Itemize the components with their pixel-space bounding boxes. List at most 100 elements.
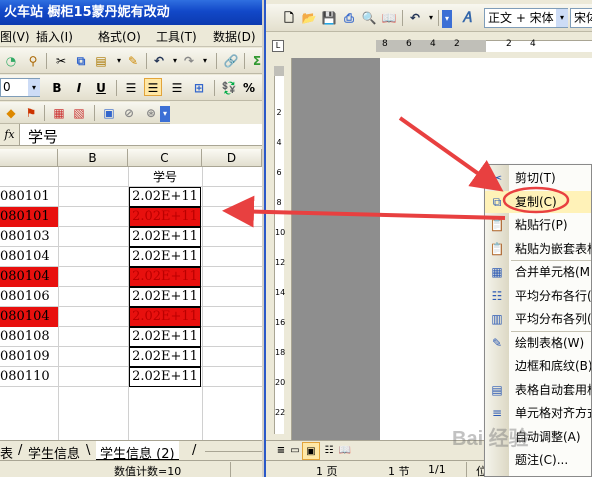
copy-icon[interactable]: ⧉ (72, 52, 90, 70)
send-review-icon[interactable]: ⊘ (120, 104, 138, 122)
save-icon[interactable]: 💾 (320, 9, 338, 27)
align-center-icon[interactable]: ☰ (144, 78, 162, 96)
fx-icon[interactable]: fx (0, 124, 20, 145)
cell-c[interactable]: 2.02E+11 (129, 347, 201, 367)
menu-item-10[interactable]: ≡ 单元格对齐方式 (485, 402, 592, 424)
menu-data[interactable]: 数据(D) (213, 28, 256, 45)
menu-item-3[interactable]: 📋 粘贴为嵌套表格 (485, 238, 592, 260)
sum-icon[interactable]: Σ (248, 52, 262, 70)
menu-item-4[interactable]: ▦ 合并单元格(M) (485, 261, 591, 283)
column-header-c[interactable]: C (128, 149, 202, 167)
align-left-icon[interactable]: ☰ (122, 79, 140, 97)
underline-icon[interactable]: U (92, 79, 110, 97)
menu-format[interactable]: 格式(O) (98, 28, 141, 45)
paste-icon: 📋 (489, 218, 505, 232)
menu-insert[interactable]: 插入(I) (36, 28, 73, 45)
merge-cells-icon: ▦ (491, 265, 503, 279)
menu-item-8[interactable]: 边框和底纹(B)... (485, 355, 591, 377)
open-icon[interactable]: 📂 (300, 9, 318, 27)
format-painter-icon[interactable]: ✎ (124, 52, 142, 70)
menu-item-12[interactable]: 题注(C)... (485, 449, 591, 471)
style-dropdown-icon[interactable]: ▾ (556, 9, 568, 27)
cell-a[interactable]: 080104 (0, 267, 58, 287)
menu-tools[interactable]: 工具(T) (156, 28, 197, 45)
accept-icon[interactable]: ⊛ (142, 104, 160, 122)
formula-value[interactable]: 学号 (28, 126, 58, 147)
sheet-tab-sep: / (18, 443, 23, 458)
styles-icon[interactable]: 𝐴 (458, 9, 476, 27)
cell-a[interactable]: 080104 (0, 247, 58, 267)
tab-selector-icon[interactable]: L (272, 40, 284, 52)
new-doc-icon[interactable]: 🗋 (280, 9, 298, 27)
currency-icon[interactable]: 💱 (220, 79, 238, 97)
excel-window: 火车站 橱柜15蒙丹妮有改动 图(V) 插入(I) 格式(O) 工具(T) 数据… (0, 0, 262, 477)
menu-item-label: 粘贴为嵌套表格 (515, 241, 592, 256)
print-preview-icon[interactable]: 🔍 (360, 9, 378, 27)
cell-a[interactable]: 080101 (0, 187, 58, 207)
sheet-tab-student-info-2[interactable]: 学生信息 (2) (96, 441, 179, 462)
permission-icon[interactable]: ◔ (2, 52, 20, 70)
status-count: 数值计数=10 (114, 465, 182, 477)
research-icon[interactable]: ⚲ (24, 52, 42, 70)
cell-a[interactable]: 080110 (0, 367, 58, 387)
cell-c-header[interactable]: 学号 (129, 167, 201, 187)
column-header-d[interactable]: D (202, 149, 262, 167)
column-header-a[interactable] (0, 149, 58, 167)
menu-item-6[interactable]: ▥ 平均分布各列(Y) (485, 308, 591, 330)
status-section: 1 节 (388, 465, 410, 477)
bold-icon[interactable]: B (48, 79, 66, 97)
cell-a[interactable]: 080104 (0, 307, 58, 327)
excel-status-bar: 数值计数=10 (0, 460, 262, 477)
cell-c[interactable]: 2.02E+11 (129, 247, 201, 267)
show-all-comments-icon[interactable]: ▧ (70, 104, 88, 122)
font-size-dropdown-icon[interactable]: ▾ (28, 79, 40, 96)
delete-comment-icon[interactable]: ▣ (100, 104, 118, 122)
new-comment-icon[interactable]: ◆ (2, 104, 20, 122)
cell-a[interactable] (0, 167, 58, 187)
show-comment-icon[interactable]: ▦ (50, 104, 68, 122)
toolbar-options-icon[interactable]: ▾ (160, 106, 170, 122)
menu-item-5[interactable]: ☷ 平均分布各行(N) (485, 285, 591, 307)
research-icon[interactable]: 📖 (380, 9, 398, 27)
vertical-ruler: 2 4 6 8 10 12 14 16 18 20 22 (266, 58, 292, 440)
menu-item-2[interactable]: 📋 粘贴行(P) (485, 214, 591, 236)
toolbar-options-icon[interactable]: ▾ (442, 10, 452, 28)
cell-c[interactable]: 2.02E+11 (129, 367, 201, 387)
print-view-icon[interactable]: ▣ (302, 442, 320, 460)
cell-a[interactable]: 080106 (0, 287, 58, 307)
menu-item-label: 单元格对齐方式 (515, 406, 592, 420)
paste-icon[interactable]: ▤ (92, 52, 110, 70)
percent-icon[interactable]: % (240, 79, 258, 97)
cell-c[interactable]: 2.02E+11 (129, 327, 201, 347)
menu-item-9[interactable]: ▤ 表格自动套用格式 (485, 379, 591, 401)
word-toolbar: 🗋 📂 💾 ⎙ 🔍 📖 ↶ ▾ ▾ 𝐴 正文 + 宋体 ▾ 宋体 (266, 4, 592, 32)
reading-view-icon[interactable]: 📖 (336, 442, 354, 460)
font-box[interactable]: 宋体 (570, 8, 592, 28)
menu-view[interactable]: 图(V) (0, 28, 30, 45)
excel-standard-toolbar: ◔ ⚲ ✂ ⧉ ▤ ▾ ✎ ↶ ▾ ↷ ▾ 🔗 Σ (0, 48, 262, 74)
cell-a[interactable]: 080109 (0, 347, 58, 367)
cut-icon[interactable]: ✂ (52, 52, 70, 70)
merge-center-icon[interactable]: ⊞ (190, 79, 208, 97)
cell-c[interactable]: 2.02E+11 (129, 207, 201, 227)
menu-item-0[interactable]: ✂ 剪切(T) (485, 167, 591, 189)
menu-item-1[interactable]: ⧉ 复制(C) (485, 190, 591, 213)
cell-c[interactable]: 2.02E+11 (129, 287, 201, 307)
cell-c[interactable]: 2.02E+11 (129, 187, 201, 207)
align-right-icon[interactable]: ☰ (168, 79, 186, 97)
menu-item-label: 剪切(T) (515, 171, 556, 185)
cell-c[interactable]: 2.02E+11 (129, 227, 201, 247)
hyperlink-icon[interactable]: 🔗 (222, 52, 240, 70)
italic-icon[interactable]: I (70, 79, 88, 97)
cell-c[interactable]: 2.02E+11 (129, 267, 201, 287)
track-changes-icon[interactable]: ⚑ (22, 104, 40, 122)
cell-a[interactable]: 080101 (0, 207, 58, 227)
redo-dropdown-icon[interactable]: ▾ (196, 52, 214, 70)
permission-icon[interactable]: ⎙ (340, 9, 358, 27)
column-header-b[interactable]: B (58, 149, 128, 167)
cell-a[interactable]: 080108 (0, 327, 58, 347)
menu-item-7[interactable]: ✎ 绘制表格(W) (485, 332, 591, 354)
draw-table-icon: ✎ (491, 335, 503, 350)
cell-a[interactable]: 080103 (0, 227, 58, 247)
cell-c[interactable]: 2.02E+11 (129, 307, 201, 327)
